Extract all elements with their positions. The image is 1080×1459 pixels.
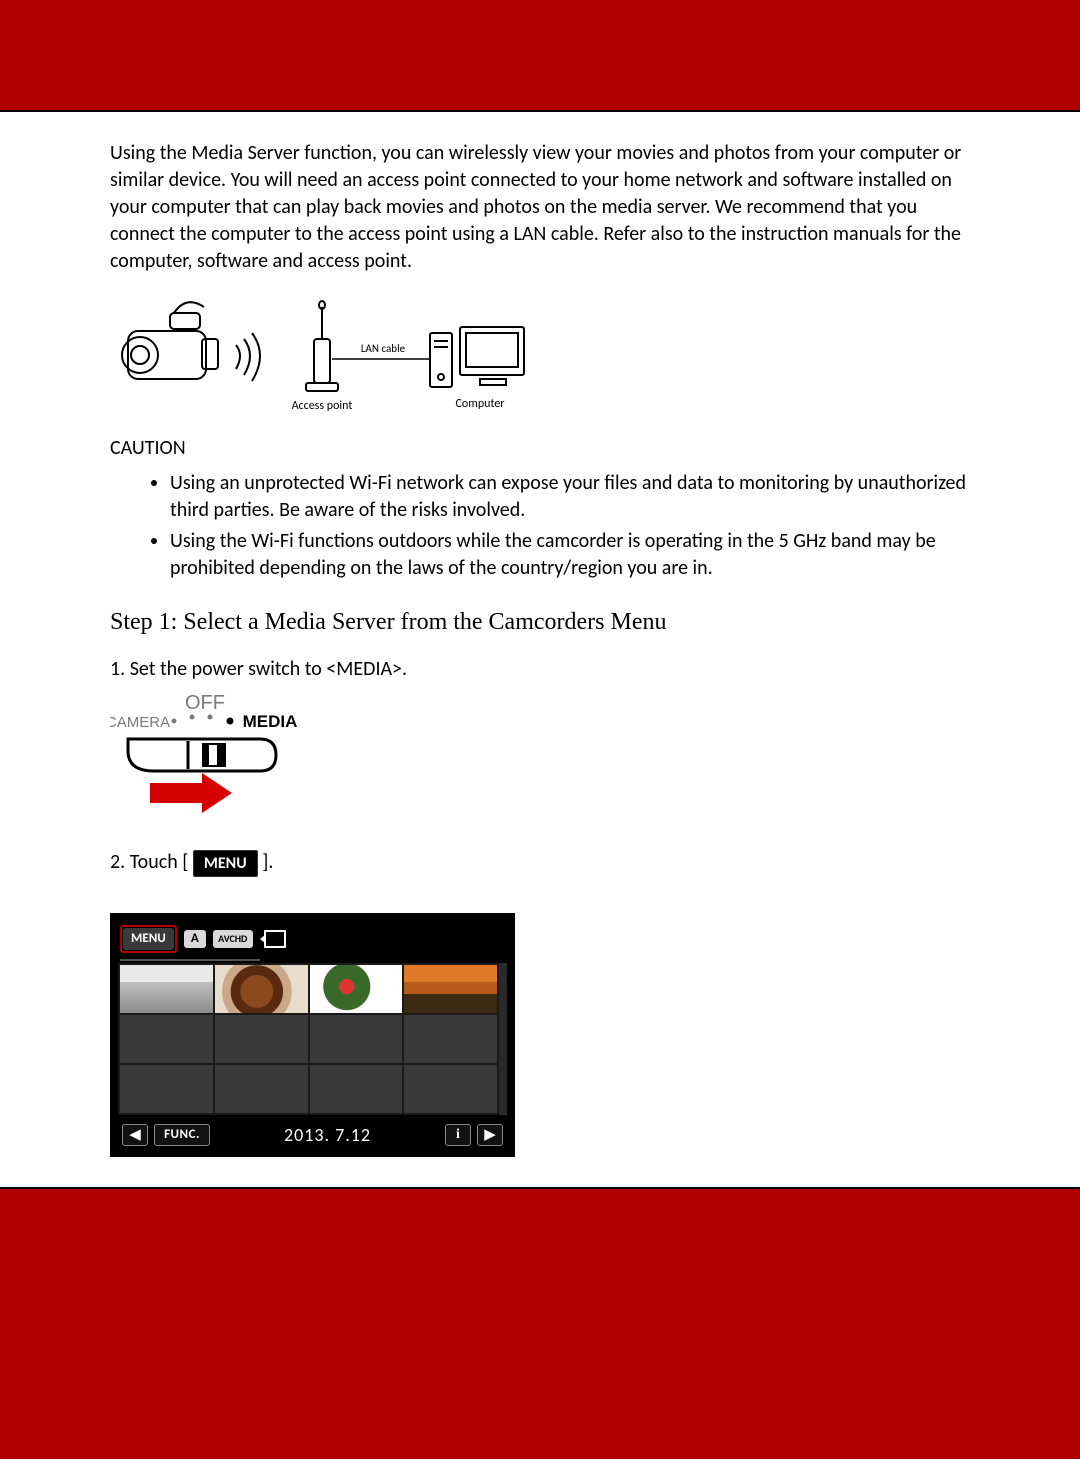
thumbnail[interactable] [215, 965, 308, 1013]
step-1-heading: Step 1: Select a Media Server from the C… [110, 606, 980, 638]
caution-list: Using an unprotected Wi-Fi network can e… [110, 470, 980, 582]
thumbnail-grid [118, 963, 499, 1115]
network-diagram: Access point LAN cable Computer [110, 289, 980, 419]
caution-item: Using the Wi-Fi functions outdoors while… [170, 528, 980, 582]
info-button[interactable]: i [445, 1124, 471, 1146]
thumbnail[interactable] [404, 965, 497, 1013]
step-1-item-1: 1. Set the power switch to <MEDIA>. [110, 656, 980, 683]
lan-cable-label: LAN cable [361, 342, 406, 355]
thumbnail-empty [215, 1065, 308, 1113]
document-body: Using the Media Server function, you can… [0, 112, 1080, 1187]
power-switch-illustration: OFF CAMERA MEDIA [110, 689, 980, 819]
computer-label: Computer [456, 397, 505, 411]
thumbnail-empty [404, 1065, 497, 1113]
access-point-label: Access point [292, 399, 353, 413]
func-button[interactable]: FUNC. [154, 1124, 210, 1146]
svg-text:OFF: OFF [185, 692, 225, 714]
svg-text:CAMERA: CAMERA [110, 714, 170, 731]
caution-item: Using an unprotected Wi-Fi network can e… [170, 470, 980, 524]
svg-text:MEDIA: MEDIA [243, 712, 298, 731]
thumbnail-empty [310, 1015, 403, 1063]
caution-heading: CAUTION [110, 435, 980, 462]
thumbnail-empty [310, 1065, 403, 1113]
date-label: 2013. 7.12 [284, 1123, 371, 1147]
menu-button[interactable]: MENU [120, 925, 177, 953]
scroll-indicator [499, 963, 507, 1115]
mode-a-button[interactable]: A [184, 930, 206, 948]
menu-button-inline: MENU [193, 850, 258, 878]
thumbnail-empty [404, 1015, 497, 1063]
thumbnail[interactable] [310, 965, 403, 1013]
avchd-button[interactable]: AVCHD [213, 930, 253, 948]
header-bar [0, 0, 1080, 112]
footer-bar [0, 1187, 1080, 1459]
next-button[interactable]: ▶ [477, 1124, 503, 1146]
step-1-item-2: 2. Touch [ MENU ]. [110, 849, 980, 877]
thumbnail-empty [120, 1065, 213, 1113]
thumbnail-empty [120, 1015, 213, 1063]
thumbnail[interactable] [120, 965, 213, 1013]
intro-paragraph: Using the Media Server function, you can… [110, 140, 980, 275]
camcorder-screen: MENU A AVCHD [110, 913, 515, 1157]
thumbnail-empty [215, 1015, 308, 1063]
prev-button[interactable]: ◀ [122, 1124, 148, 1146]
camera-icon [264, 930, 286, 948]
